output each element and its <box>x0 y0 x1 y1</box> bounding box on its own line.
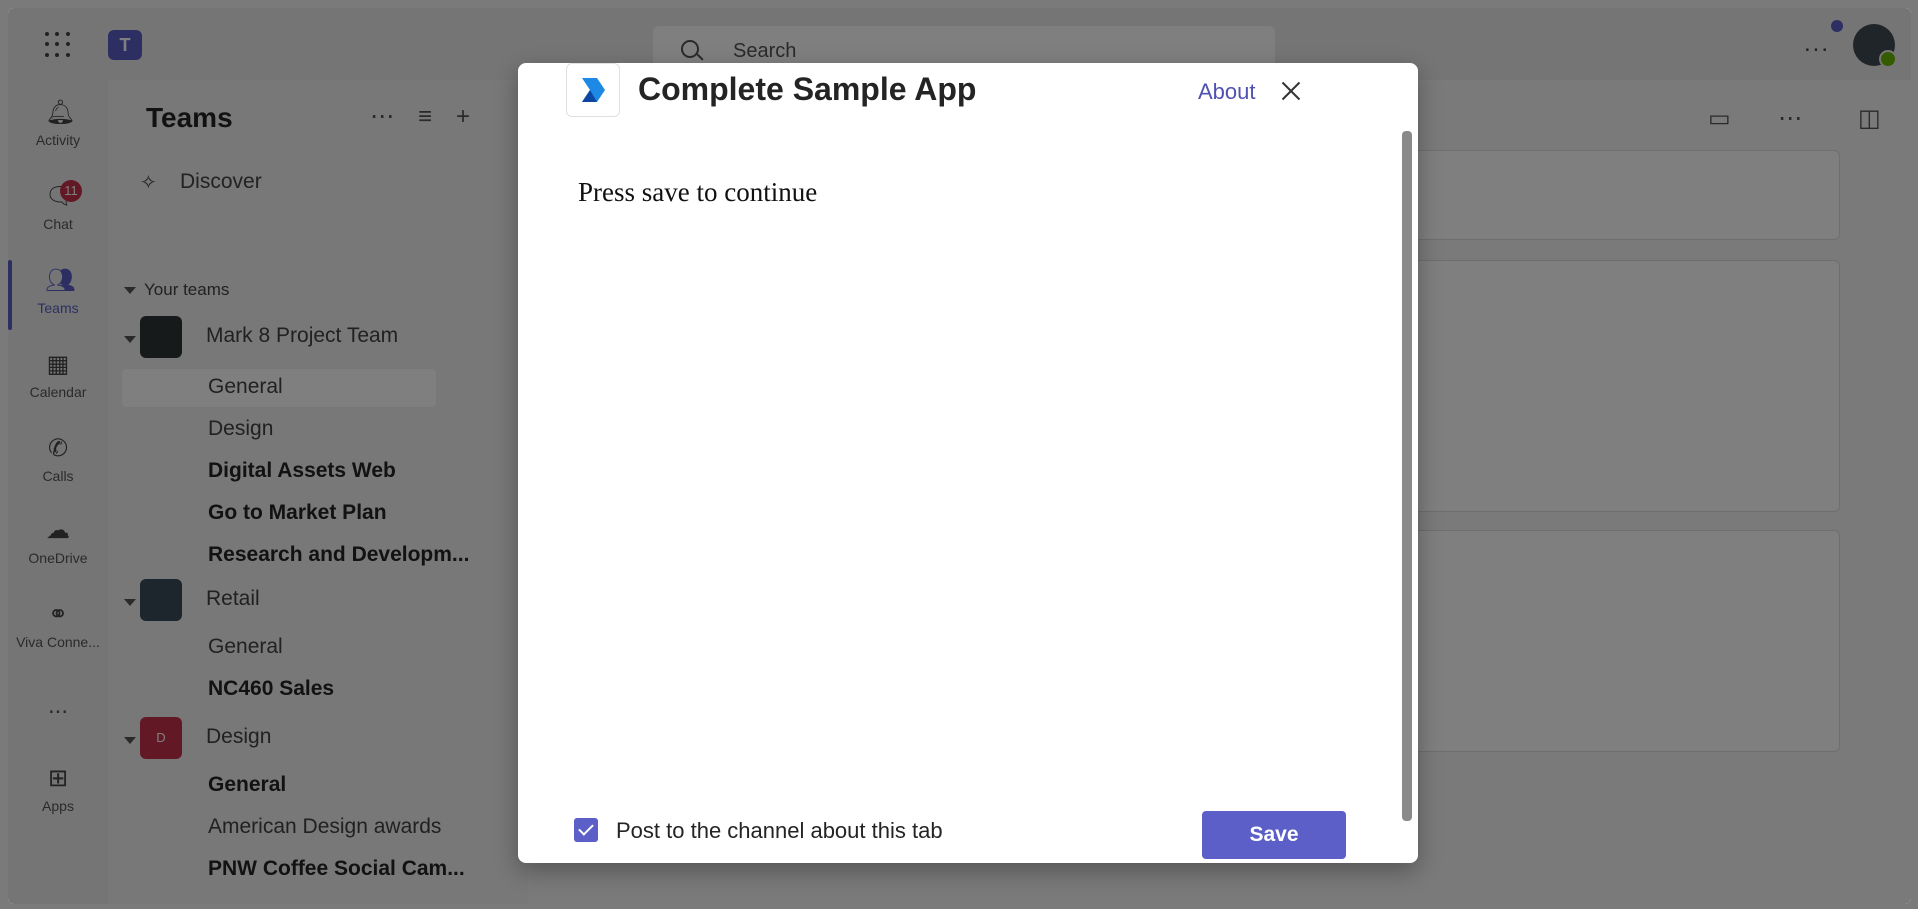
dialog-message: Press save to continue <box>578 177 818 207</box>
teams-app-window: T Search ... 🔔︎ Activity 🗨︎ 11 Chat 👥︎ T… <box>8 8 1911 904</box>
checkbox-label: Post to the channel about this tab <box>616 818 943 843</box>
scrollbar[interactable] <box>1402 131 1412 821</box>
dialog-title: Complete Sample App <box>638 71 977 107</box>
task-dialog: Complete Sample App About Press save to … <box>518 63 1418 863</box>
save-button[interactable]: Save <box>1202 811 1346 859</box>
about-link[interactable]: About <box>1198 79 1256 105</box>
post-to-channel-checkbox[interactable] <box>574 818 598 842</box>
close-icon[interactable] <box>1273 73 1309 109</box>
app-logo-icon <box>566 63 620 117</box>
